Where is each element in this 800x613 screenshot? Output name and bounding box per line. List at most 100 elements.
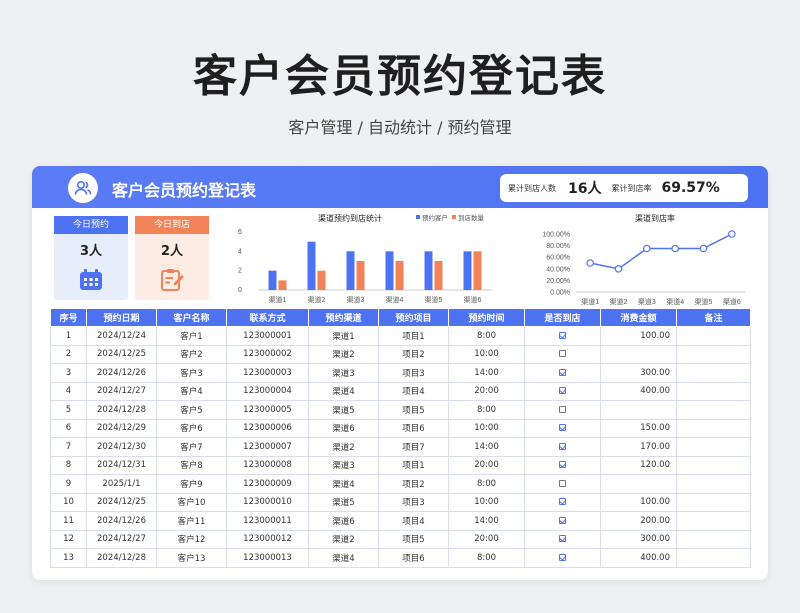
cell-channel: 渠道6	[308, 418, 379, 438]
legend-swatch	[452, 215, 456, 219]
cell-item: 项目7	[378, 437, 449, 457]
cell-date: 2025/1/1	[86, 474, 157, 494]
cell-date: 2024/12/27	[86, 529, 157, 549]
cell-date: 2024/12/26	[86, 363, 157, 383]
cell-time: 10:00	[448, 344, 525, 364]
arrived-cell	[524, 400, 601, 420]
column-header: 备注	[676, 308, 751, 327]
table-row: 1 2024/12/24 客户1 123000001 渠道1 项目1 8:00 100.00	[50, 326, 751, 346]
card-header: 客户会员预约登记表 累计到店人数 16人 累计到店率 69.57%	[32, 166, 768, 208]
today-arrival-label: 今日到店	[135, 216, 209, 234]
cell-amount: 170.00	[600, 437, 677, 457]
table-row: 2 2024/12/25 客户2 123000002 渠道2 项目2 10:00	[50, 344, 751, 364]
cell-amount: 400.00	[600, 548, 677, 568]
cell-time: 8:00	[448, 474, 525, 494]
cell-channel: 渠道2	[308, 344, 379, 364]
cell-phone: 123000002	[226, 344, 309, 364]
cell-item: 项目5	[378, 529, 449, 549]
cell-name: 客户3	[156, 363, 227, 383]
bar	[395, 261, 404, 290]
cell-channel: 渠道2	[308, 529, 379, 549]
arrived-checkbox[interactable]	[559, 498, 566, 506]
cell-date: 2024/12/27	[86, 381, 157, 401]
bar	[346, 251, 355, 290]
rate-point	[614, 264, 623, 273]
arrived-cell	[524, 474, 601, 494]
column-header: 客户名称	[156, 308, 227, 327]
cell-time: 14:00	[448, 511, 525, 531]
bar	[356, 261, 365, 290]
bar	[317, 270, 326, 290]
cell-phone: 123000011	[226, 511, 309, 531]
cell-time: 10:00	[448, 418, 525, 438]
x-tick-label: 渠道2	[610, 297, 628, 306]
x-tick-label: 渠道1	[269, 295, 287, 304]
table-row: 13 2024/12/28 客户13 123000013 渠道4 项目6 8:00 400.0…	[50, 548, 751, 568]
cell-name: 客户10	[156, 492, 227, 512]
clipboard-edit-icon	[159, 268, 185, 296]
arrived-checkbox[interactable]	[559, 461, 566, 469]
y-tick-label: 60.00%	[546, 255, 570, 262]
cell-note	[676, 344, 751, 364]
cell-name: 客户11	[156, 511, 227, 531]
cell-no: 8	[50, 455, 87, 475]
cell-amount: 300.00	[600, 363, 677, 383]
cell-no: 2	[50, 344, 87, 364]
arrived-cell	[524, 363, 601, 383]
cell-note	[676, 474, 751, 494]
cell-note	[676, 381, 751, 401]
arrival-rate-value: 69.57%	[661, 180, 720, 196]
rate-point	[643, 244, 651, 253]
cell-item: 项目2	[378, 344, 449, 364]
arrived-checkbox[interactable]	[559, 553, 566, 561]
line-chart-title: 渠道到店率	[635, 213, 675, 223]
today-booking-card: 今日预约 3人	[54, 216, 128, 300]
cell-channel: 渠道4	[308, 381, 379, 401]
cell-date: 2024/12/24	[86, 326, 157, 346]
y-tick-label: 4	[238, 248, 242, 255]
x-tick-label: 渠道4	[666, 297, 684, 306]
y-tick-label: 40.00%	[546, 266, 570, 273]
cell-phone: 123000010	[226, 492, 309, 512]
bar	[473, 251, 482, 290]
cell-item: 项目3	[378, 492, 449, 512]
channel-rate-line-chart: 渠道到店率 0.00% 20.00% 40.00% 60.00% 80.00% 100.00…	[542, 213, 746, 306]
cell-channel: 渠道2	[308, 437, 379, 457]
cell-amount: 200.00	[600, 511, 677, 531]
column-header: 预约时间	[448, 308, 525, 327]
cell-name: 客户13	[156, 548, 227, 568]
column-header: 预约项目	[378, 308, 449, 327]
cell-name: 客户1	[156, 326, 227, 346]
arrived-checkbox[interactable]	[559, 350, 566, 358]
bar	[268, 270, 277, 290]
cell-amount	[600, 400, 677, 420]
cell-time: 14:00	[448, 437, 525, 457]
y-tick-label: 100.00%	[542, 232, 570, 239]
cell-date: 2024/12/28	[86, 400, 157, 420]
today-arrival-value: 2人	[160, 244, 184, 259]
legend-label: 到店数量	[458, 213, 485, 222]
arrived-checkbox[interactable]	[559, 405, 566, 413]
cell-no: 9	[50, 474, 87, 494]
cell-item: 项目1	[378, 455, 449, 475]
rate-point	[728, 230, 736, 238]
cell-name: 客户12	[156, 529, 227, 549]
x-tick-label: 渠道5	[695, 297, 713, 306]
arrived-checkbox[interactable]	[559, 479, 566, 487]
arrived-checkbox[interactable]	[559, 331, 566, 339]
arrived-checkbox[interactable]	[559, 516, 566, 524]
arrived-checkbox[interactable]	[559, 387, 566, 395]
arrived-checkbox[interactable]	[559, 442, 566, 450]
arrived-checkbox[interactable]	[559, 535, 566, 543]
cell-item: 项目6	[378, 548, 449, 568]
cell-note	[676, 363, 751, 383]
today-arrival-card: 今日到店 2人	[135, 216, 209, 300]
cell-channel: 渠道5	[308, 400, 379, 420]
arrived-checkbox[interactable]	[559, 368, 566, 376]
cell-no: 1	[50, 326, 87, 346]
table-row: 7 2024/12/30 客户7 123000007 渠道2 项目7 14:00 170.00	[50, 437, 751, 457]
card-title: 客户会员预约登记表	[112, 181, 257, 200]
cell-no: 7	[50, 437, 87, 457]
page-subtitle: 客户管理 / 自动统计 / 预约管理	[288, 118, 512, 137]
arrived-checkbox[interactable]	[559, 424, 566, 432]
